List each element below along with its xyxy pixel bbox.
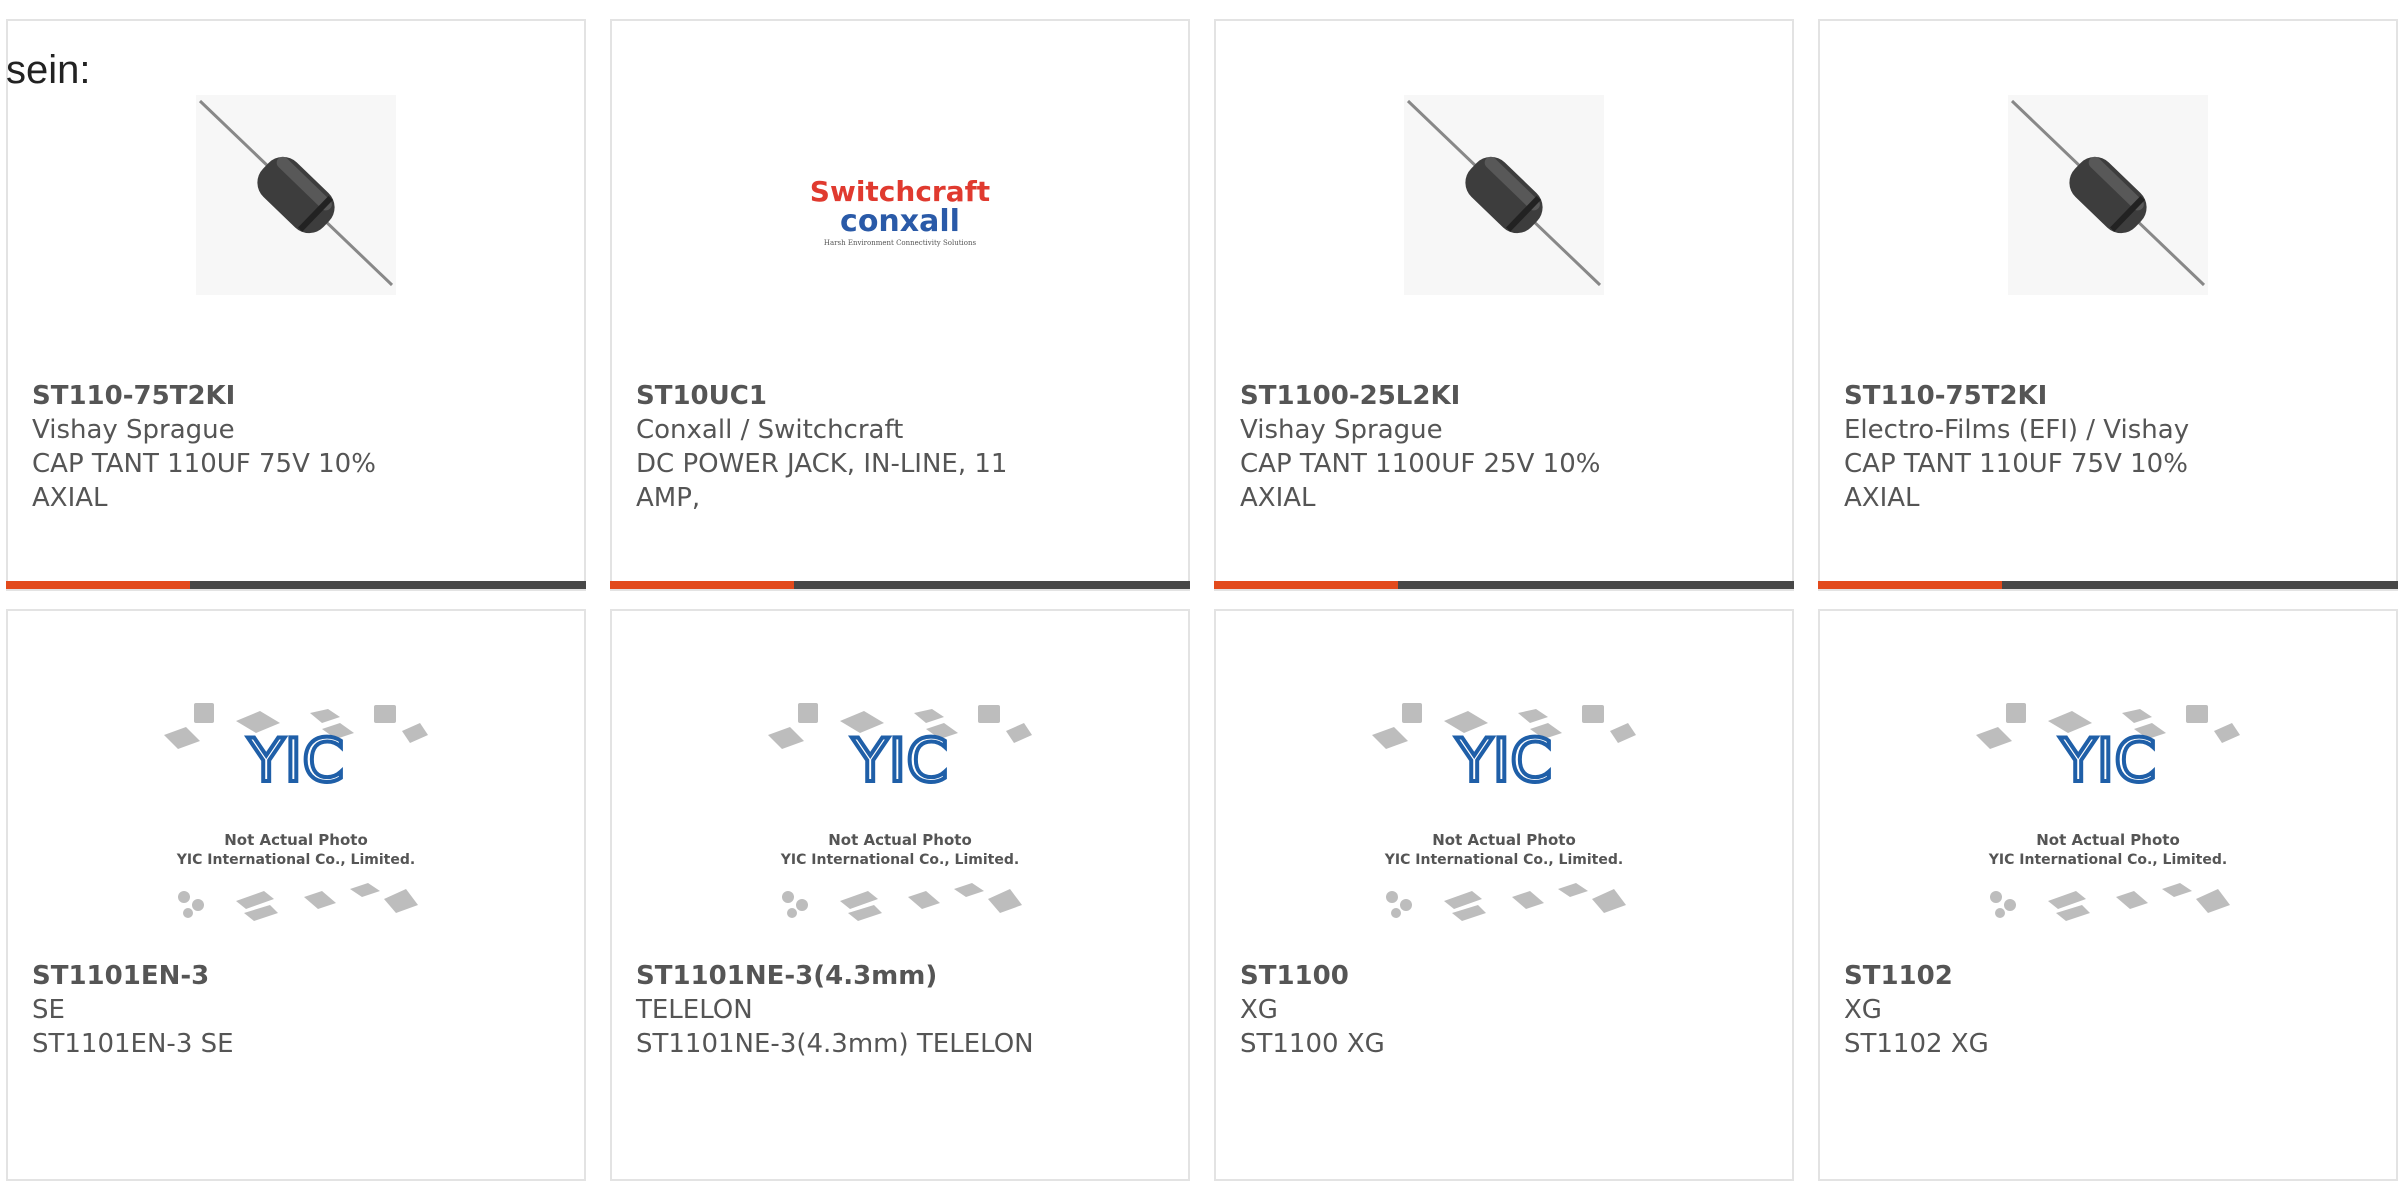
description: ST1101NE-3(4.3mm) TELELON [636, 1029, 1034, 1059]
part-number[interactable]: ST1100 [1240, 959, 1642, 993]
svg-text:YIC: YIC [851, 726, 948, 796]
manufacturer: TELELON [636, 995, 753, 1025]
card-bar [610, 581, 1190, 589]
manufacturer: Electro-Films (EFI) / Vishay [1844, 415, 2190, 445]
not-actual-photo-image: YIC Not Actual Photo YIC International C… [164, 703, 428, 921]
card-bar [1214, 581, 1794, 589]
manufacturer: Conxall / Switchcraft [636, 415, 904, 445]
svg-text:YIC: YIC [247, 726, 344, 796]
manufacturer: XG [1844, 995, 1882, 1025]
capacitor-image [1404, 95, 1604, 295]
part-number[interactable]: ST1100-25L2KI [1240, 379, 1642, 413]
manufacturer: SE [32, 995, 65, 1025]
svg-text:Not Actual Photo: Not Actual Photo [2036, 831, 2180, 849]
part-number[interactable]: ST10UC1 [636, 379, 1038, 413]
intro-text: sein: [6, 48, 91, 92]
product-card[interactable]: YIC Not Actual Photo YIC International C… [1214, 609, 1794, 1181]
svg-text:Not Actual Photo: Not Actual Photo [224, 831, 368, 849]
description: CAP TANT 110UF 75V 10% AXIAL [1844, 449, 2188, 513]
product-card[interactable]: YIC Not Actual Photo YIC International C… [610, 609, 1190, 1181]
part-number[interactable]: ST1102 [1844, 959, 2246, 993]
not-actual-photo-image: YIC Not Actual Photo YIC International C… [1976, 703, 2240, 921]
manufacturer: XG [1240, 995, 1278, 1025]
switchcraft-logo: Switchcraft conxall Harsh Environment Co… [810, 175, 990, 247]
svg-text:Not Actual Photo: Not Actual Photo [1432, 831, 1576, 849]
description: ST1102 XG [1844, 1029, 1989, 1059]
svg-text:YIC: YIC [1455, 726, 1552, 796]
svg-text:Not Actual Photo: Not Actual Photo [828, 831, 972, 849]
not-actual-photo-image: YIC Not Actual Photo YIC International C… [1372, 703, 1636, 921]
svg-text:conxall: conxall [840, 204, 960, 239]
svg-text:YIC: YIC [2059, 726, 2156, 796]
svg-text:YIC International Co., Limited: YIC International Co., Limited. [1384, 852, 1623, 868]
part-number[interactable]: ST110-75T2KI [1844, 379, 2246, 413]
manufacturer: Vishay Sprague [1240, 415, 1443, 445]
card-bar [6, 581, 586, 589]
svg-text:Harsh Environment Connectivity: Harsh Environment Connectivity Solutions [824, 239, 977, 247]
product-card[interactable]: YIC Not Actual Photo YIC International C… [1818, 609, 2398, 1181]
card-bar [1818, 581, 2398, 589]
description: CAP TANT 110UF 75V 10% AXIAL [32, 449, 376, 513]
product-card[interactable]: ST110-75T2KI Electro-Films (EFI) / Visha… [1818, 19, 2398, 591]
product-card[interactable]: ST1100-25L2KI Vishay Sprague CAP TANT 11… [1214, 19, 1794, 591]
description: ST1101EN-3 SE [32, 1029, 234, 1059]
capacitor-image [196, 95, 396, 295]
capacitor-image [2008, 95, 2208, 295]
part-number[interactable]: ST1101EN-3 [32, 959, 434, 993]
description: CAP TANT 1100UF 25V 10% AXIAL [1240, 449, 1601, 513]
part-number[interactable]: ST1101NE-3(4.3mm) [636, 959, 1038, 993]
svg-text:YIC International Co., Limited: YIC International Co., Limited. [1988, 852, 2227, 868]
svg-text:YIC International Co., Limited: YIC International Co., Limited. [780, 852, 1019, 868]
not-actual-photo-image: YIC Not Actual Photo YIC International C… [768, 703, 1032, 921]
description: DC POWER JACK, IN-LINE, 11 AMP, [636, 449, 1008, 513]
product-card[interactable]: Switchcraft conxall Harsh Environment Co… [610, 19, 1190, 591]
part-number[interactable]: ST110-75T2KI [32, 379, 434, 413]
svg-text:YIC International Co., Limited: YIC International Co., Limited. [176, 852, 415, 868]
manufacturer: Vishay Sprague [32, 415, 235, 445]
product-card[interactable]: ST110-75T2KI Vishay Sprague CAP TANT 110… [6, 19, 586, 591]
product-card[interactable]: YIC Not Actual Photo YIC International C… [6, 609, 586, 1181]
description: ST1100 XG [1240, 1029, 1385, 1059]
